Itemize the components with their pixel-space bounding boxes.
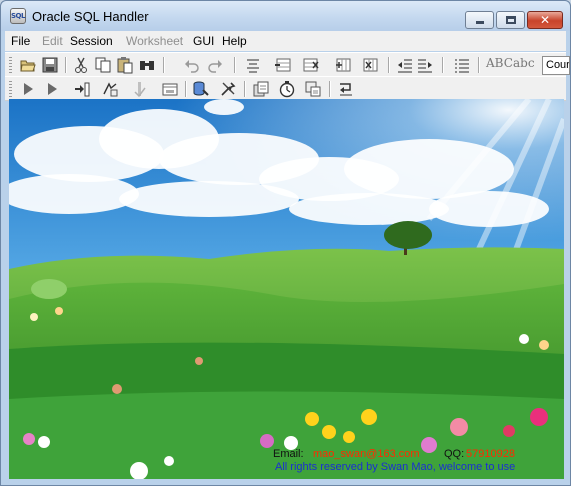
rollback-icon[interactable] [161,80,179,98]
explain-plan-icon[interactable] [101,80,119,98]
disconnect-icon[interactable] [192,80,210,98]
toolbar-separator [234,57,236,73]
email-link[interactable]: mao_swan@163.com [313,448,420,460]
insert-column-icon[interactable] [334,56,352,74]
close-button[interactable]: ✕ [527,11,563,29]
qq-label: QQ: [444,448,465,460]
toolbar-separator [163,57,165,73]
toolbar-separator [442,57,444,73]
undo-icon[interactable] [183,56,201,74]
menu-file[interactable]: File [11,34,30,48]
standard-toolbar: ABC abc Courier [5,52,570,77]
menu-edit[interactable]: Edit [42,34,63,48]
maximize-icon [506,16,516,24]
outdent-icon[interactable] [396,56,414,74]
find-icon[interactable] [138,56,156,74]
redo-icon[interactable] [206,56,224,74]
list-icon[interactable] [453,56,471,74]
menu-gui[interactable]: GUI [193,34,214,48]
run-icon[interactable] [19,80,37,98]
menu-worksheet[interactable]: Worksheet [126,34,183,48]
execute-toolbar [5,76,566,101]
menu-bar: File Edit Session Worksheet GUI Help [5,31,566,51]
title-bar[interactable]: SQL Oracle SQL Handler ✕ [1,1,570,31]
toolbar-separator [329,81,331,97]
toolbar-separator [244,81,246,97]
object-browser-icon[interactable] [252,80,270,98]
maximize-button[interactable] [496,11,525,29]
close-icon: ✕ [539,13,551,27]
app-logo-icon[interactable]: SQL [10,8,26,24]
landscape-image [9,99,564,479]
app-window: SQL Oracle SQL Handler ✕ File Edit Sessi… [0,0,571,486]
cut-icon[interactable] [72,56,90,74]
insert-row-icon[interactable] [274,56,292,74]
paste-icon[interactable] [116,56,134,74]
export-icon[interactable] [337,80,355,98]
copyright-text: All rights reserved by Swan Mao, welcome… [275,461,516,473]
email-label: Email: [273,448,304,460]
align-center-icon[interactable] [244,56,262,74]
menu-help[interactable]: Help [222,34,247,48]
execute-script-icon[interactable] [73,80,91,98]
toolbar-separator [65,57,67,73]
toolbar-separator [185,81,187,97]
delete-column-icon[interactable] [362,56,380,74]
welcome-background: Email: mao_swan@163.com QQ: 57910928 All… [9,99,564,479]
minimize-icon [476,21,484,24]
save-icon[interactable] [41,56,59,74]
run-step-icon[interactable] [43,80,61,98]
toolbar-grip[interactable] [9,81,12,97]
font-select[interactable]: Courier [542,56,570,75]
indent-icon[interactable] [416,56,434,74]
copy-icon[interactable] [94,56,112,74]
toolbar-grip[interactable] [9,57,12,73]
commit-icon[interactable] [131,80,149,98]
tools-icon[interactable] [219,80,237,98]
open-folder-icon[interactable] [19,56,37,74]
menu-session[interactable]: Session [70,34,113,48]
minimize-button[interactable] [465,11,494,29]
uppercase-button[interactable]: ABC [486,56,513,70]
timer-icon[interactable] [278,80,296,98]
window-title: Oracle SQL Handler [32,9,149,24]
delete-row-icon[interactable] [302,56,320,74]
toolbar-separator [388,57,390,73]
lowercase-button[interactable]: abc [513,56,535,70]
qq-number: 57910928 [466,448,515,460]
history-icon[interactable] [304,80,322,98]
toolbar-separator [478,57,480,73]
